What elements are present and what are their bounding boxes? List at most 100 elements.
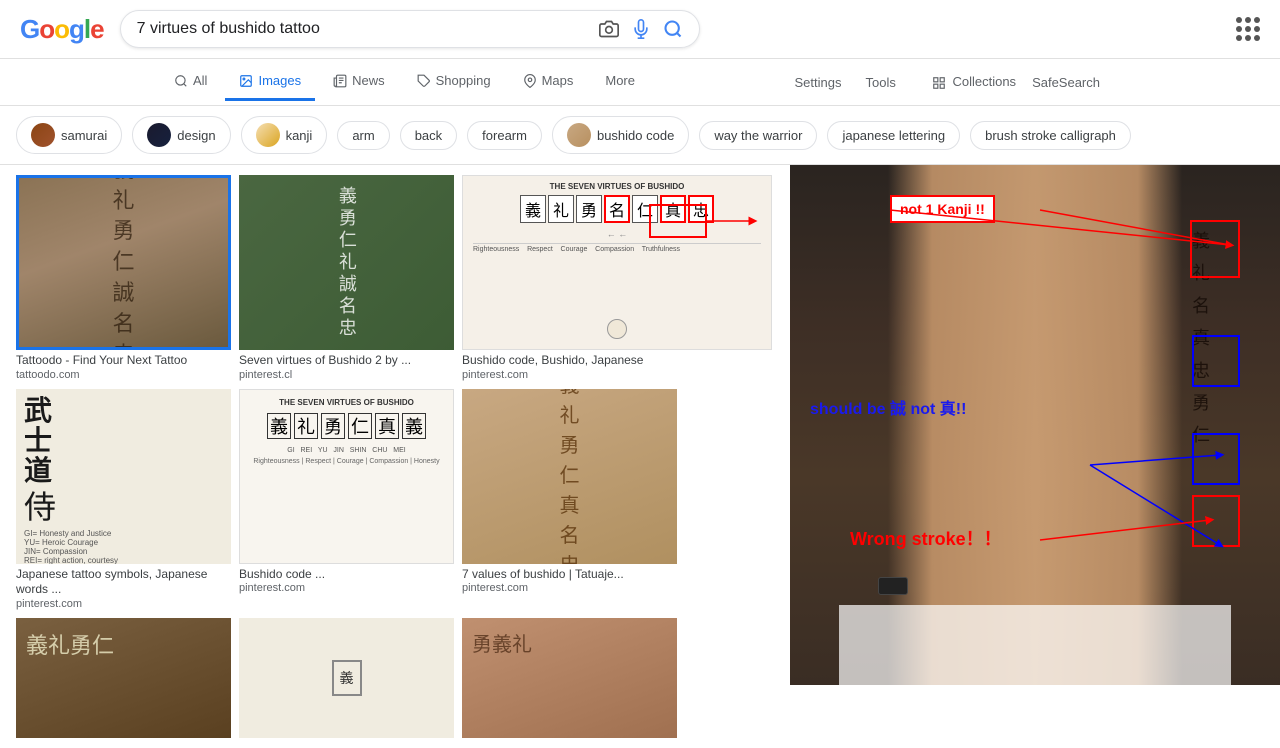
tab-all-label: All [193, 73, 207, 88]
grid-cell-5-url: pinterest.com [239, 582, 454, 594]
tab-news-label: News [352, 73, 385, 88]
shopping-nav-icon [417, 74, 431, 88]
grid-thumb-2: 義勇仁礼誠名忠 [239, 175, 454, 350]
kanji-gi: 義 [520, 195, 546, 223]
search-submit-icon[interactable] [663, 19, 683, 39]
chip-bushido-thumb [567, 123, 591, 147]
annotation-not-kanji: not 1 Kanji !! [890, 195, 995, 223]
watch [878, 577, 908, 595]
tab-shopping-label: Shopping [436, 73, 491, 88]
tools-link[interactable]: Tools [853, 67, 907, 98]
chip-brush-stroke[interactable]: brush stroke calligraph [970, 121, 1131, 150]
thumb-6-kanji: 義礼勇仁真名忠 [560, 389, 580, 564]
grid-thumb-3-title: THE SEVEN VIRTUES OF BUSHIDO [463, 182, 771, 191]
thumb-5-labels: GI REI YU JIN SHIN CHU MEI [287, 445, 406, 456]
chip-way-warrior-label: way the warrior [714, 128, 802, 143]
grid-cell-6[interactable]: 義礼勇仁真名忠 7 values of bushido | Tatuaje...… [462, 389, 677, 610]
grid-thumb-3: THE SEVEN VIRTUES OF BUSHIDO 義 礼 勇 名 仁 真… [462, 175, 772, 350]
kanji-chu-highlighted: 忠 [688, 195, 714, 223]
blue-box-na [1192, 335, 1240, 387]
chip-samurai[interactable]: samurai [16, 116, 122, 154]
red-box-top-right [1190, 220, 1240, 278]
mic-icon[interactable] [631, 19, 651, 39]
safesearch-label: SafeSearch [1032, 75, 1100, 90]
tab-news[interactable]: News [319, 63, 399, 101]
grid-cell-3[interactable]: THE SEVEN VIRTUES OF BUSHIDO 義 礼 勇 名 仁 真… [462, 175, 772, 381]
thumb-4-kanji-1: 武 [24, 397, 52, 425]
thumb-4-kanji-3: 道 [24, 457, 52, 485]
chip-way-warrior[interactable]: way the warrior [699, 121, 817, 150]
grid-thumb-3-stamp [607, 319, 627, 339]
chip-back-label: back [415, 128, 442, 143]
chip-arm-label: arm [352, 128, 374, 143]
featured-image[interactable]: 義礼名真忠勇仁 not 1 Kanji !! should be 誠 not 真… [790, 165, 1280, 685]
red-box-chu [1192, 495, 1240, 547]
tab-maps-label: Maps [542, 73, 574, 88]
chip-design[interactable]: design [132, 116, 230, 154]
kanji-shin-highlighted: 真 [660, 195, 686, 223]
chip-design-thumb [147, 123, 171, 147]
images-nav-icon [239, 74, 253, 88]
grid-cell-3-title: Bushido code, Bushido, Japanese [462, 353, 772, 369]
chip-bushido-code[interactable]: bushido code [552, 116, 689, 154]
right-panel: 義礼名真忠勇仁 not 1 Kanji !! should be 誠 not 真… [790, 165, 1280, 748]
chip-samurai-label: samurai [61, 128, 107, 143]
tab-maps[interactable]: Maps [509, 63, 588, 101]
news-nav-icon [333, 74, 347, 88]
google-logo: Google [20, 14, 104, 45]
chip-kanji[interactable]: kanji [241, 116, 328, 154]
tab-all[interactable]: All [160, 63, 221, 101]
tab-images[interactable]: Images [225, 63, 315, 101]
annotation-should-be: should be 誠 not 真!! [810, 395, 966, 419]
grid-thumb-1-kanji: 義礼勇仁誠名忠 [112, 175, 134, 350]
grid-cell-2[interactable]: 義勇仁礼誠名忠 Seven virtues of Bushido 2 by ..… [239, 175, 454, 381]
pants-area [839, 605, 1231, 685]
chip-back[interactable]: back [400, 121, 457, 150]
grid-cell-4-title: Japanese tattoo symbols, Japanese words … [16, 567, 231, 598]
chip-japanese-lettering[interactable]: japanese lettering [827, 121, 960, 150]
grid-thumb-2-text: 義勇仁礼誠名忠 [332, 186, 361, 340]
kanji-jin: 仁 [632, 195, 658, 223]
search-input[interactable] [137, 20, 589, 38]
thumb-5-kanji-row: 義 礼 勇 仁 真 義 [267, 413, 426, 439]
grid-cell-6-url: pinterest.com [462, 582, 677, 594]
grid-thumb-5: THE SEVEN VIRTUES OF BUSHIDO 義 礼 勇 仁 真 義… [239, 389, 454, 564]
main-content: 義礼勇仁誠名忠 Tattoodo - Find Your Next Tattoo… [0, 165, 1280, 748]
thumb-4-kanji-2: 士 [24, 427, 52, 455]
tab-shopping[interactable]: Shopping [403, 63, 505, 101]
search-icon-area [599, 19, 683, 39]
chip-forearm[interactable]: forearm [467, 121, 542, 150]
thumb-5-title: THE SEVEN VIRTUES OF BUSHIDO [279, 398, 414, 407]
grid-cell-5-title: Bushido code ... [239, 567, 454, 583]
collections-icon [932, 76, 946, 90]
tab-images-label: Images [258, 73, 301, 88]
camera-icon[interactable] [599, 19, 619, 39]
grid-row-2: 武 士 道 侍 GI= Honesty and Justice YU= Hero… [16, 389, 774, 610]
chip-bushido-label: bushido code [597, 128, 674, 143]
tab-more-label: More [605, 73, 635, 88]
chip-kanji-thumb [256, 123, 280, 147]
grid-cell-1[interactable]: 義礼勇仁誠名忠 Tattoodo - Find Your Next Tattoo… [16, 175, 231, 381]
grid-cell-6-title: 7 values of bushido | Tatuaje... [462, 567, 677, 583]
tab-more[interactable]: More [591, 63, 649, 101]
apps-grid-icon[interactable] [1236, 17, 1260, 41]
header-right [1236, 17, 1260, 41]
settings-link[interactable]: Settings [783, 67, 854, 98]
grid-cell-3-url: pinterest.com [462, 369, 772, 381]
blue-box-shin [1192, 433, 1240, 485]
grid-cell-1-title: Tattoodo - Find Your Next Tattoo [16, 353, 231, 369]
collections-link[interactable]: Collections [932, 74, 1016, 90]
grid-cell-4-url: pinterest.com [16, 598, 231, 610]
thumb-4-text: GI= Honesty and Justice YU= Heroic Coura… [24, 529, 118, 564]
grid-cell-4[interactable]: 武 士 道 侍 GI= Honesty and Justice YU= Hero… [16, 389, 231, 610]
kanji-symbols-row: 義 礼 勇 名 仁 真 忠 [463, 195, 771, 223]
grid-cell-2-title: Seven virtues of Bushido 2 by ... [239, 353, 454, 369]
grid-cell-5[interactable]: THE SEVEN VIRTUES OF BUSHIDO 義 礼 勇 仁 真 義… [239, 389, 454, 610]
maps-nav-icon [523, 74, 537, 88]
chip-arm[interactable]: arm [337, 121, 389, 150]
grid-thumb-3-descriptions: Righteousness Respect Courage Compassion… [463, 243, 771, 255]
safesearch-area: Collections SafeSearch [912, 74, 1120, 90]
grid-thumb-4: 武 士 道 侍 GI= Honesty and Justice YU= Hero… [16, 389, 231, 564]
nav-right-controls: Settings Tools [783, 67, 908, 98]
grid-cell-1-url: tattoodo.com [16, 369, 231, 381]
